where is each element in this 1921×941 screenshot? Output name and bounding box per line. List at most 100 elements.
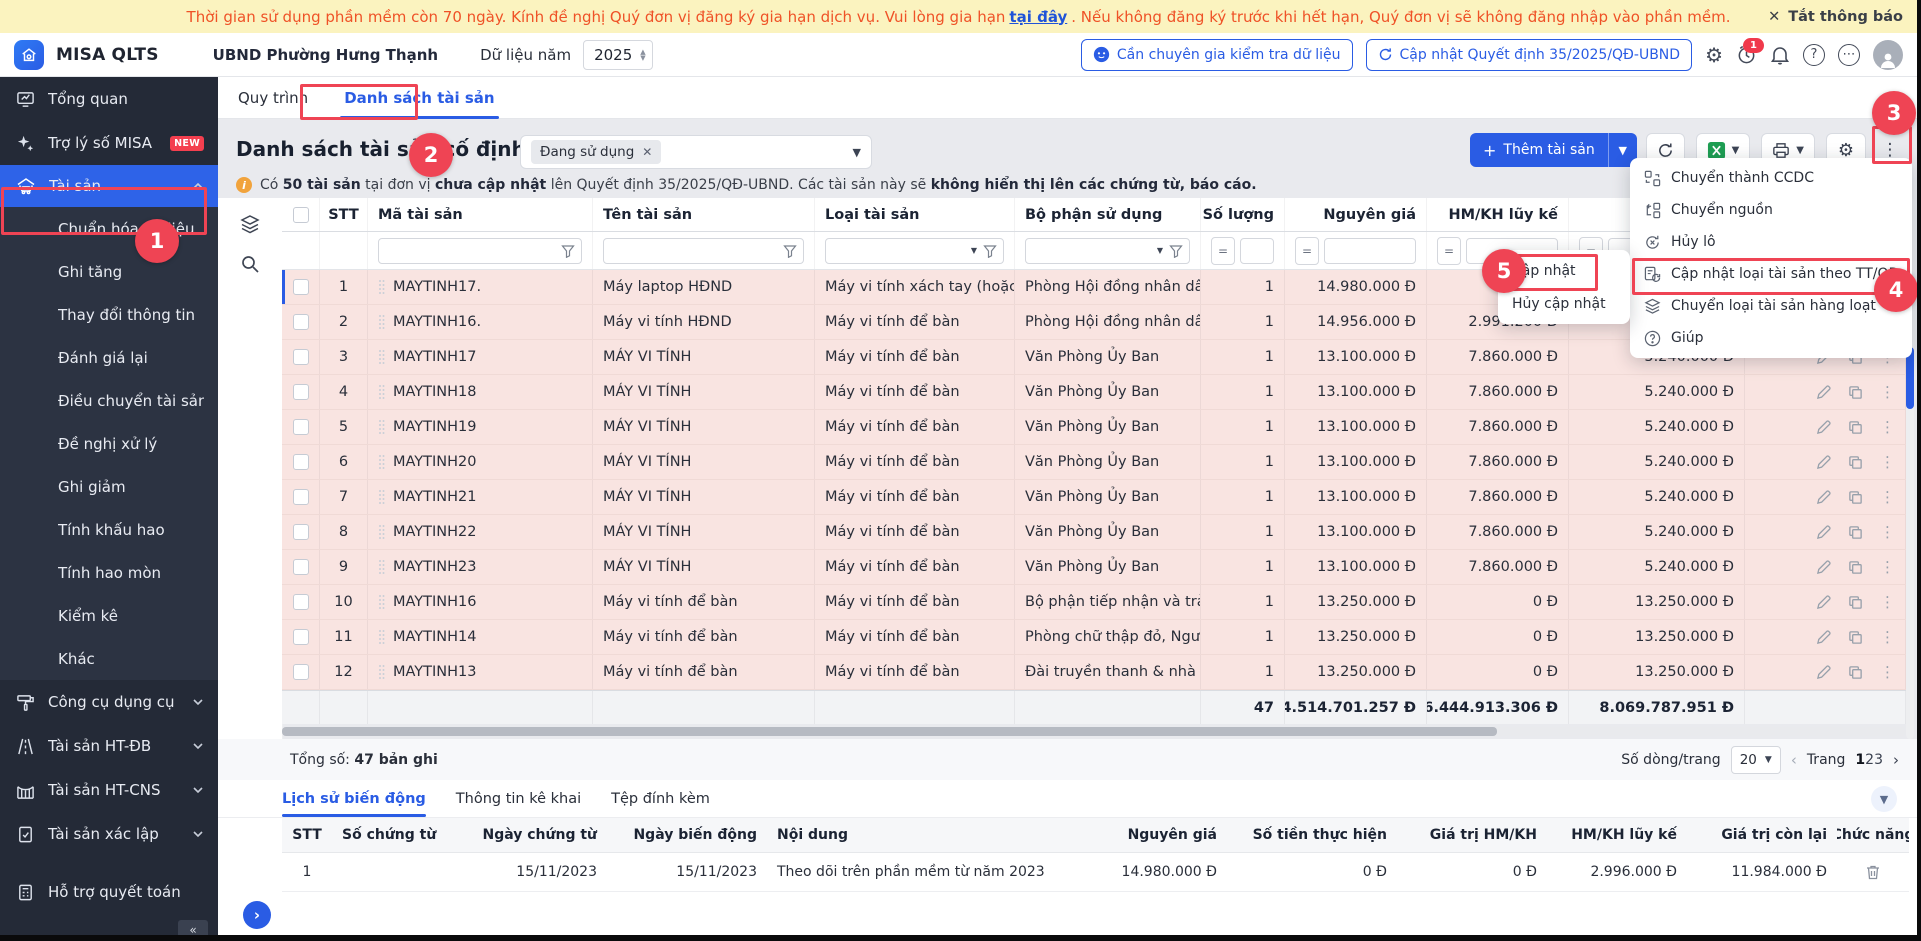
detail-tab-1[interactable]: Lịch sử biến động [282,780,426,817]
drag-handle-icon[interactable] [378,454,385,470]
row-checkbox[interactable] [293,419,309,435]
sidebar-item-5[interactable]: Tài sản HT-ĐB [0,724,218,768]
sidebar-subitem[interactable]: Tính khấu hao [0,508,218,551]
edit-icon[interactable] [1816,630,1831,645]
copy-icon[interactable] [1848,490,1863,505]
data-year-spinner[interactable]: 2025 ▲▼ [583,40,653,70]
drag-handle-icon[interactable] [378,524,385,540]
add-asset-label[interactable]: Thêm tài sản [1503,142,1594,158]
layers-icon[interactable] [240,214,260,234]
menu-item-2[interactable]: Chuyển nguồn [1630,194,1912,226]
row-checkbox[interactable] [293,664,309,680]
column-header-name[interactable]: Tên tài sản [593,198,815,231]
close-icon[interactable]: ✕ [1768,9,1780,25]
drag-handle-icon[interactable] [378,419,385,435]
menu-item-6[interactable]: Giúp [1630,322,1912,354]
detail-collapse-button[interactable]: ▼ [1871,786,1897,812]
table-row[interactable]: 9MAYTINH23MÁY VI TÍNHMáy vi tính để bànV… [282,550,1906,585]
chevron-down-icon[interactable]: ▼ [1157,246,1163,255]
rows-per-page-select[interactable]: 20 ▼ [1731,746,1781,774]
expand-rail-button[interactable]: › [243,901,271,929]
page-number-2[interactable]: 2 [1865,752,1874,768]
sidebar-item-1[interactable]: Tổng quan [0,77,218,121]
table-row[interactable]: 12MAYTINH13Máy vi tính để bànMáy vi tính… [282,655,1906,690]
copy-icon[interactable] [1848,595,1863,610]
sidebar-subitem[interactable]: Đánh giá lại [0,336,218,379]
drag-handle-icon[interactable] [378,349,385,365]
table-row[interactable]: 4MAYTINH18MÁY VI TÍNHMáy vi tính để bànV… [282,375,1906,410]
column-header-qty[interactable]: Số lượng [1201,198,1285,231]
update-menu-item-2[interactable]: Hủy cập nhật [1498,287,1630,320]
row-more-icon[interactable]: ⋮ [1880,523,1895,541]
delete-icon[interactable] [1865,864,1881,880]
settings-gear-icon[interactable]: ⚙ [1705,43,1723,67]
sidebar-subitem[interactable]: Điều chuyển tài sản [0,379,218,422]
row-checkbox[interactable] [293,314,309,330]
drag-handle-icon[interactable] [378,384,385,400]
table-row[interactable]: 5MAYTINH19MÁY VI TÍNHMáy vi tính để bànV… [282,410,1906,445]
tab-quy-trinh[interactable]: Quy trình [238,77,308,119]
edit-icon[interactable] [1816,595,1831,610]
row-checkbox[interactable] [293,384,309,400]
funnel-icon[interactable] [783,244,797,258]
help-icon[interactable]: ? [1803,44,1825,66]
sidebar-subitem[interactable]: Ghi giảm [0,465,218,508]
table-row[interactable]: 7MAYTINH21MÁY VI TÍNHMáy vi tính để bànV… [282,480,1906,515]
edit-icon[interactable] [1816,490,1831,505]
row-checkbox[interactable] [293,454,309,470]
row-more-icon[interactable]: ⋮ [1880,558,1895,576]
select-all-checkbox[interactable] [293,207,309,223]
chip-remove-icon[interactable]: ✕ [642,145,652,159]
sidebar-subitem[interactable]: Ghi tăng [0,250,218,293]
menu-item-1[interactable]: Chuyển thành CCDC [1630,162,1912,194]
table-row[interactable]: 11MAYTINH14Máy vi tính để bànMáy vi tính… [282,620,1906,655]
copy-icon[interactable] [1848,455,1863,470]
copy-icon[interactable] [1848,560,1863,575]
column-header-code[interactable]: Mã tài sản [368,198,593,231]
row-checkbox[interactable] [293,629,309,645]
expert-check-button[interactable]: Cần chuyên gia kiểm tra dữ liệu [1081,39,1353,71]
row-more-icon[interactable]: ⋮ [1880,628,1895,646]
row-more-icon[interactable]: ⋮ [1880,593,1895,611]
filter-input-dept[interactable]: ▼ [1025,238,1190,264]
edit-icon[interactable] [1816,385,1831,400]
row-more-icon[interactable]: ⋮ [1880,418,1895,436]
chevron-down-icon[interactable]: ▼ [853,146,861,159]
banner-dismiss-button[interactable]: ✕ Tắt thông báo [1768,0,1903,33]
row-more-icon[interactable]: ⋮ [1880,663,1895,681]
spinner-arrows-icon[interactable]: ▲▼ [640,49,645,61]
drag-handle-icon[interactable] [378,489,385,505]
equals-operator[interactable]: = [1295,237,1319,265]
drag-handle-icon[interactable] [378,664,385,680]
rows-per-page-value[interactable]: 20 [1740,752,1757,768]
chevron-down-icon[interactable]: ▼ [1796,145,1804,156]
row-checkbox[interactable] [293,279,309,295]
reminder-clock-icon[interactable]: 1 [1736,44,1757,65]
drag-handle-icon[interactable] [378,594,385,610]
edit-icon[interactable] [1816,665,1831,680]
misa-logo-icon[interactable] [14,40,44,70]
search-icon[interactable] [240,254,260,274]
user-avatar[interactable] [1873,40,1903,70]
filter-input-qty[interactable] [1240,238,1274,264]
row-checkbox[interactable] [293,559,309,575]
prev-page-button[interactable]: ‹ [1791,751,1797,769]
table-row[interactable]: 8MAYTINH22MÁY VI TÍNHMáy vi tính để bànV… [282,515,1906,550]
row-checkbox[interactable] [293,594,309,610]
banner-dismiss-label[interactable]: Tắt thông báo [1788,9,1903,25]
unit-name[interactable]: UBND Phường Hưng Thạnh [213,46,438,64]
chevron-down-icon[interactable]: ▼ [1732,145,1740,156]
menu-item-3[interactable]: Hủy lô [1630,226,1912,258]
copy-icon[interactable] [1848,385,1863,400]
column-header-checkbox[interactable] [282,198,320,231]
column-header-dept[interactable]: Bộ phận sử dụng [1015,198,1201,231]
edit-icon[interactable] [1816,525,1831,540]
status-filter-combobox[interactable]: Đang sử dụng ✕ ▼ [520,135,872,169]
row-more-icon[interactable]: ⋮ [1880,488,1895,506]
row-more-icon[interactable]: ⋮ [1880,383,1895,401]
update-decision-label[interactable]: Cập nhật Quyết định 35/2025/QĐ-UBND [1400,47,1681,63]
row-more-icon[interactable]: ⋮ [1880,453,1895,471]
copy-icon[interactable] [1848,665,1863,680]
drag-handle-icon[interactable] [378,559,385,575]
banner-renew-link[interactable]: tại đây [1009,8,1067,26]
